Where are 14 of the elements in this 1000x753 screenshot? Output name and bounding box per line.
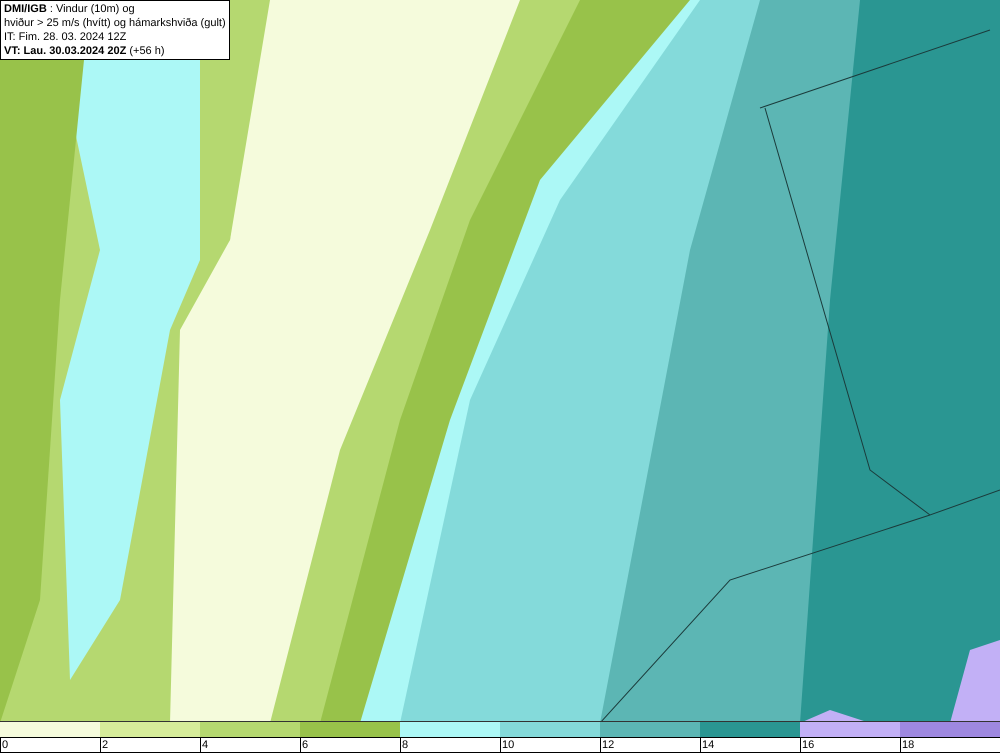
legend-tick-label: 8: [402, 739, 408, 751]
legend-tick-label: 18: [902, 739, 914, 751]
info-text: VT: Lau. 30.03.2024 20Z (+56 h): [4, 44, 166, 58]
legend-tick-label: 2: [102, 739, 108, 751]
legend-tick-label: 6: [302, 739, 308, 751]
info-text: hviður > 25 m/s (hvítt) og hámarkshviða (gult): [4, 16, 226, 30]
legend-tick-label: 14: [702, 739, 714, 751]
legend-tick-label: 12: [602, 739, 614, 751]
legend-tick-label: 10: [502, 739, 514, 751]
legend-tick-label: 4: [202, 739, 208, 751]
info-text: IT: Fim. 28. 03. 2024 12Z: [4, 30, 128, 44]
legend-tick-label: 16: [802, 739, 814, 751]
info-text: DMI/IGB : Vindur (10m) og: [4, 2, 136, 16]
legend-tick-label: 0: [2, 739, 8, 751]
